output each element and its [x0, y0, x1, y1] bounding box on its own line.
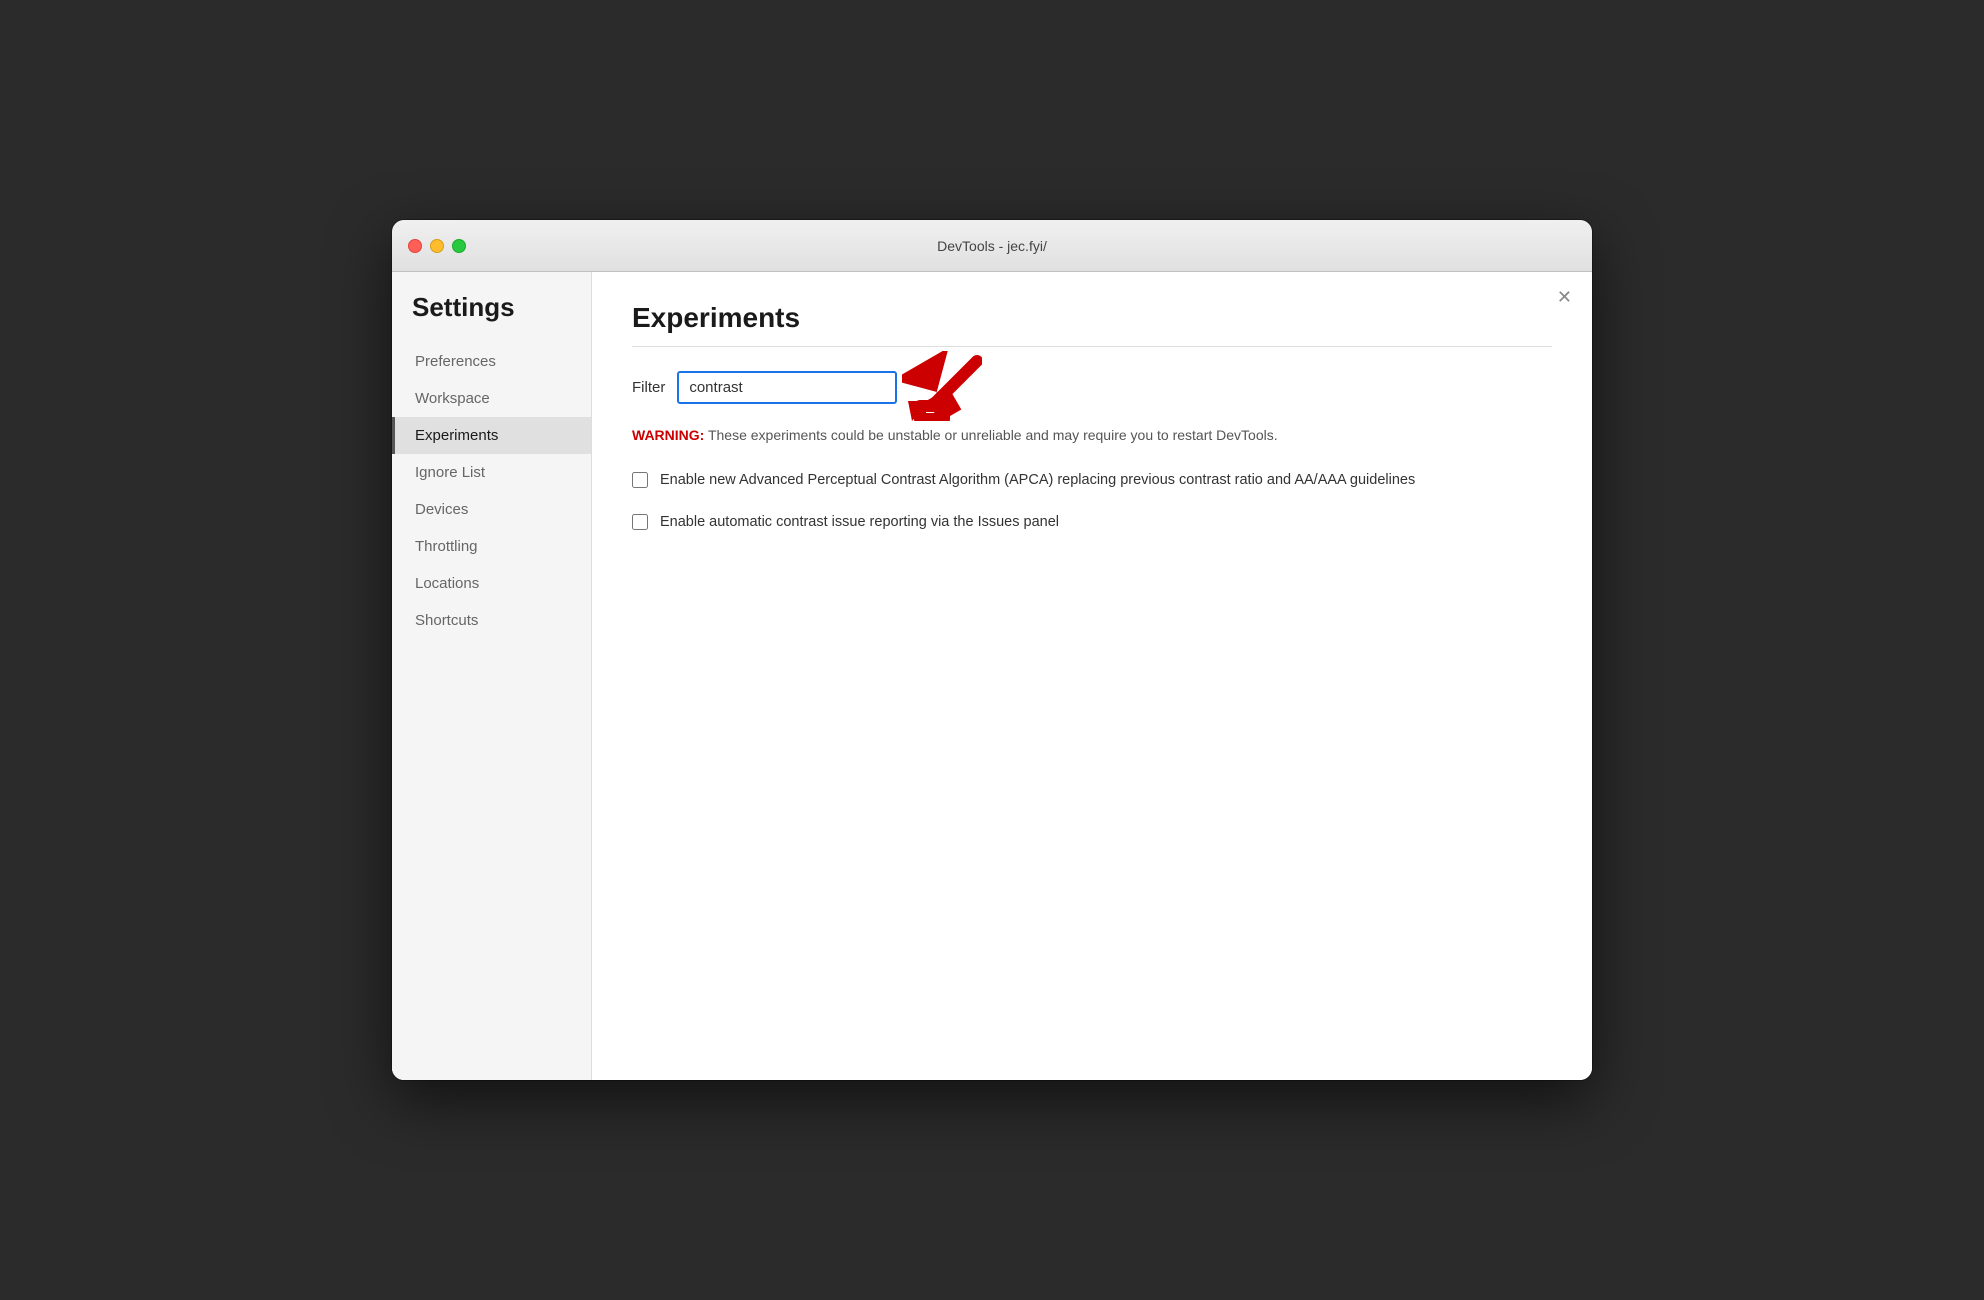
- apca-label: Enable new Advanced Perceptual Contrast …: [660, 470, 1415, 492]
- sidebar-item-ignore-list[interactable]: Ignore List: [392, 454, 591, 491]
- contrast-issues-label: Enable automatic contrast issue reportin…: [660, 512, 1059, 534]
- main-content: ✕ Experiments Filter: [592, 272, 1592, 1080]
- checkbox-item-contrast-issues: Enable automatic contrast issue reportin…: [632, 512, 1552, 534]
- checkbox-item-apca: Enable new Advanced Perceptual Contrast …: [632, 470, 1552, 492]
- minimize-button-traffic[interactable]: [430, 239, 444, 253]
- sidebar-item-locations[interactable]: Locations: [392, 565, 591, 602]
- contrast-issues-checkbox[interactable]: [632, 514, 648, 530]
- title-bar: DevTools - jec.fyi/: [392, 220, 1592, 272]
- sidebar-item-preferences[interactable]: Preferences: [392, 343, 591, 380]
- sidebar: Settings Preferences Workspace Experimen…: [392, 272, 592, 1080]
- traffic-lights: [408, 239, 466, 253]
- apca-checkbox[interactable]: [632, 472, 648, 488]
- warning-box: WARNING: These experiments could be unst…: [632, 424, 1552, 446]
- devtools-window: DevTools - jec.fyi/ Settings Preferences…: [392, 220, 1592, 1080]
- maximize-button-traffic[interactable]: [452, 239, 466, 253]
- dialog-close-button[interactable]: ✕: [1557, 288, 1572, 306]
- arrow-icon: [902, 351, 982, 421]
- sidebar-item-throttling[interactable]: Throttling: [392, 528, 591, 565]
- sidebar-title: Settings: [392, 292, 591, 343]
- close-button-traffic[interactable]: [408, 239, 422, 253]
- window-title: DevTools - jec.fyi/: [937, 238, 1047, 254]
- filter-input[interactable]: [677, 371, 897, 404]
- sidebar-item-devices[interactable]: Devices: [392, 491, 591, 528]
- sidebar-item-workspace[interactable]: Workspace: [392, 380, 591, 417]
- section-divider: [632, 346, 1552, 347]
- sidebar-item-experiments[interactable]: Experiments: [392, 417, 591, 454]
- warning-text: WARNING: These experiments could be unst…: [632, 424, 1552, 446]
- filter-label: Filter: [632, 379, 665, 396]
- page-title: Experiments: [632, 302, 1552, 334]
- arrow-indicator: [902, 351, 982, 426]
- warning-label: WARNING:: [632, 427, 704, 443]
- filter-row: Filter: [632, 371, 1552, 404]
- content-area: Settings Preferences Workspace Experimen…: [392, 272, 1592, 1080]
- sidebar-item-shortcuts[interactable]: Shortcuts: [392, 602, 591, 639]
